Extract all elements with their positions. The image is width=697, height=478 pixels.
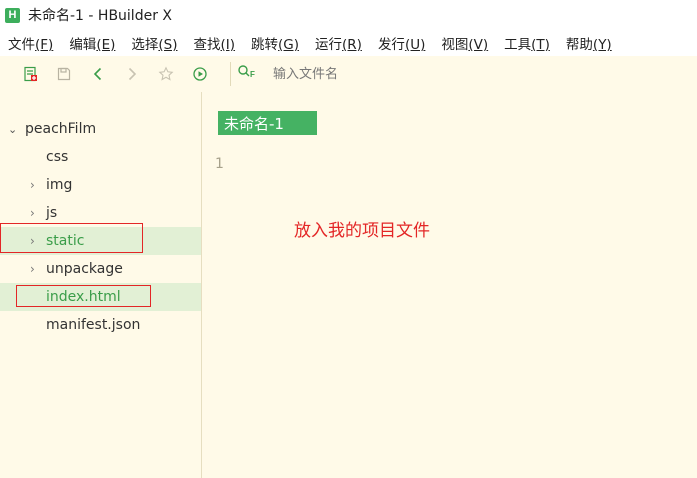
- annotation-box-index: [16, 285, 151, 307]
- star-icon[interactable]: [154, 62, 178, 86]
- editor-pane: 未命名-1 1 放入我的项目文件: [202, 92, 697, 478]
- forward-icon[interactable]: [120, 62, 144, 86]
- menu-goto[interactable]: 跳转(G): [243, 33, 307, 53]
- menu-publish[interactable]: 发行(U): [370, 33, 433, 53]
- file-search-input[interactable]: [271, 65, 575, 83]
- tree-item-css[interactable]: css: [0, 143, 201, 171]
- chevron-down-icon[interactable]: ⌄: [8, 123, 20, 136]
- annotation-box-static: [0, 223, 143, 253]
- back-icon[interactable]: [86, 62, 110, 86]
- menu-edit[interactable]: 编辑(E): [61, 33, 123, 53]
- svg-text:F: F: [250, 70, 255, 79]
- run-icon[interactable]: [188, 62, 212, 86]
- project-name: peachFilm: [25, 121, 97, 137]
- tree-project-root[interactable]: ⌄ peachFilm: [0, 116, 201, 142]
- tab-untitled-1[interactable]: 未命名-1: [218, 111, 317, 135]
- menu-file[interactable]: 文件(F): [0, 33, 61, 53]
- save-icon[interactable]: [52, 62, 76, 86]
- annotation-text: 放入我的项目文件: [294, 221, 430, 241]
- toolbar: F: [0, 56, 697, 93]
- title-bar: H 未命名-1 - HBuilder X: [0, 0, 697, 30]
- hbuilder-logo-icon: H: [5, 7, 20, 23]
- window-title: 未命名-1 - HBuilder X: [28, 8, 172, 24]
- chevron-right-icon[interactable]: ›: [30, 262, 42, 276]
- toolbar-divider: [230, 62, 231, 86]
- file-search: F: [237, 61, 697, 87]
- new-file-icon[interactable]: [18, 62, 42, 86]
- menu-bar: 文件(F) 编辑(E) 选择(S) 查找(I) 跳转(G) 运行(R) 发行(U…: [0, 30, 697, 56]
- menu-run[interactable]: 运行(R): [307, 33, 370, 53]
- chevron-right-icon[interactable]: ›: [30, 206, 42, 220]
- menu-view[interactable]: 视图(V): [433, 33, 496, 53]
- search-file-icon: F: [237, 64, 259, 84]
- menu-find[interactable]: 查找(I): [186, 33, 244, 53]
- menu-tools[interactable]: 工具(T): [496, 33, 558, 53]
- line-number: 1: [215, 156, 224, 172]
- tree-item-img[interactable]: › img: [0, 171, 201, 199]
- tree-item-unpackage[interactable]: › unpackage: [0, 255, 201, 283]
- menu-select[interactable]: 选择(S): [123, 33, 185, 53]
- chevron-right-icon[interactable]: ›: [30, 178, 42, 192]
- project-explorer: ⌄ peachFilm css › img › js › static › un…: [0, 92, 202, 478]
- menu-help[interactable]: 帮助(Y): [558, 33, 620, 53]
- tree-item-manifest-json[interactable]: manifest.json: [0, 311, 201, 339]
